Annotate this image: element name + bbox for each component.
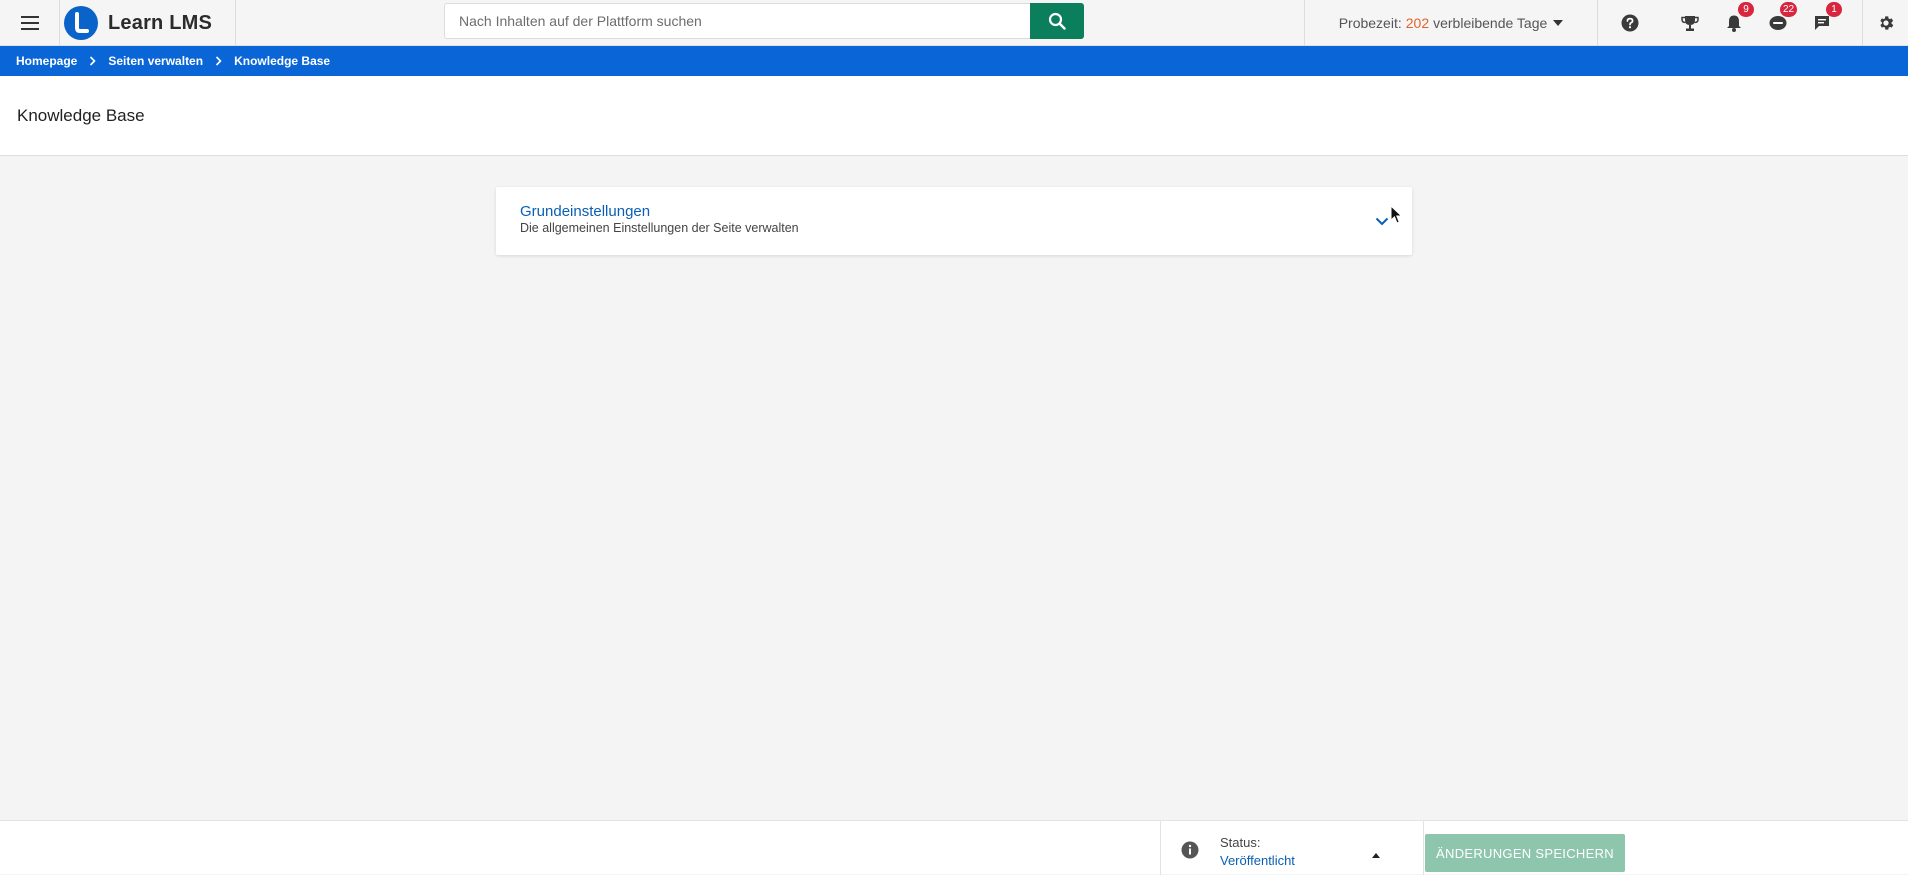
mention-icon [1769,16,1787,30]
bell-icon [1727,15,1741,32]
messages-button[interactable]: 1 [1802,0,1842,46]
breadcrumb-item-knowledge-base[interactable]: Knowledge Base [234,54,330,68]
brand-name: Learn LMS [108,11,213,34]
status-dropdown[interactable]: Status: Veröffentlicht [1160,821,1424,875]
trial-dropdown[interactable]: Probezeit: 202 verbleibende Tage [1304,0,1598,46]
accordion-subtitle: Die allgemeinen Einstellungen der Seite … [520,221,799,235]
basic-settings-accordion[interactable]: Grundeinstellungen Die allgemeinen Einst… [496,187,1412,255]
brand-logo-link[interactable]: Learn LMS [60,0,236,46]
breadcrumb-item-homepage[interactable]: Homepage [16,54,77,68]
mentions-badge: 22 [1780,2,1798,17]
mouse-cursor-icon [1390,205,1403,224]
info-icon [1181,841,1199,859]
chevron-down-icon [1553,20,1564,26]
save-changes-button[interactable]: ÄNDERUNGEN SPEICHERN [1425,834,1625,872]
notifications-button[interactable]: 9 [1714,0,1754,46]
breadcrumb: Homepage Seiten verwalten Knowledge Base [0,46,1908,76]
search-bar [444,3,1084,39]
settings-button[interactable] [1862,0,1908,46]
search-input[interactable] [444,3,1030,39]
breadcrumb-item-seiten-verwalten[interactable]: Seiten verwalten [108,54,203,68]
mentions-button[interactable]: 22 [1758,0,1798,46]
status-value: Veröffentlicht [1220,853,1295,868]
help-icon [1621,14,1639,32]
footer-bar: Status: Veröffentlicht ÄNDERUNGEN SPEICH… [0,820,1908,875]
accordion-toggle[interactable] [1372,211,1392,231]
chevron-right-icon [215,56,222,66]
page-header: Knowledge Base [0,76,1908,156]
menu-button[interactable] [0,0,60,46]
menu-icon [20,16,39,30]
help-button[interactable] [1610,0,1650,46]
trial-prefix: Probezeit: [1338,15,1402,31]
trophy-icon [1681,15,1699,31]
status-label: Status: [1220,835,1261,850]
brand-logo-icon [64,6,98,40]
chat-icon [1815,16,1829,30]
trial-days: 202 [1405,15,1430,31]
notifications-badge: 9 [1738,2,1754,17]
trial-suffix: verbleibende Tage [1433,15,1548,31]
chevron-right-icon [89,56,96,66]
messages-badge: 1 [1826,2,1842,17]
chevron-down-icon [1375,217,1389,225]
chevron-up-icon [1372,853,1380,858]
search-button[interactable] [1030,3,1084,39]
search-icon [1048,12,1066,30]
accordion-title: Grundeinstellungen [520,203,651,220]
top-header: Learn LMS Probezeit: 202 verbleibende Ta… [0,0,1908,46]
achievements-button[interactable] [1670,0,1710,46]
page-title: Knowledge Base [17,106,145,125]
gear-icon [1879,16,1893,30]
